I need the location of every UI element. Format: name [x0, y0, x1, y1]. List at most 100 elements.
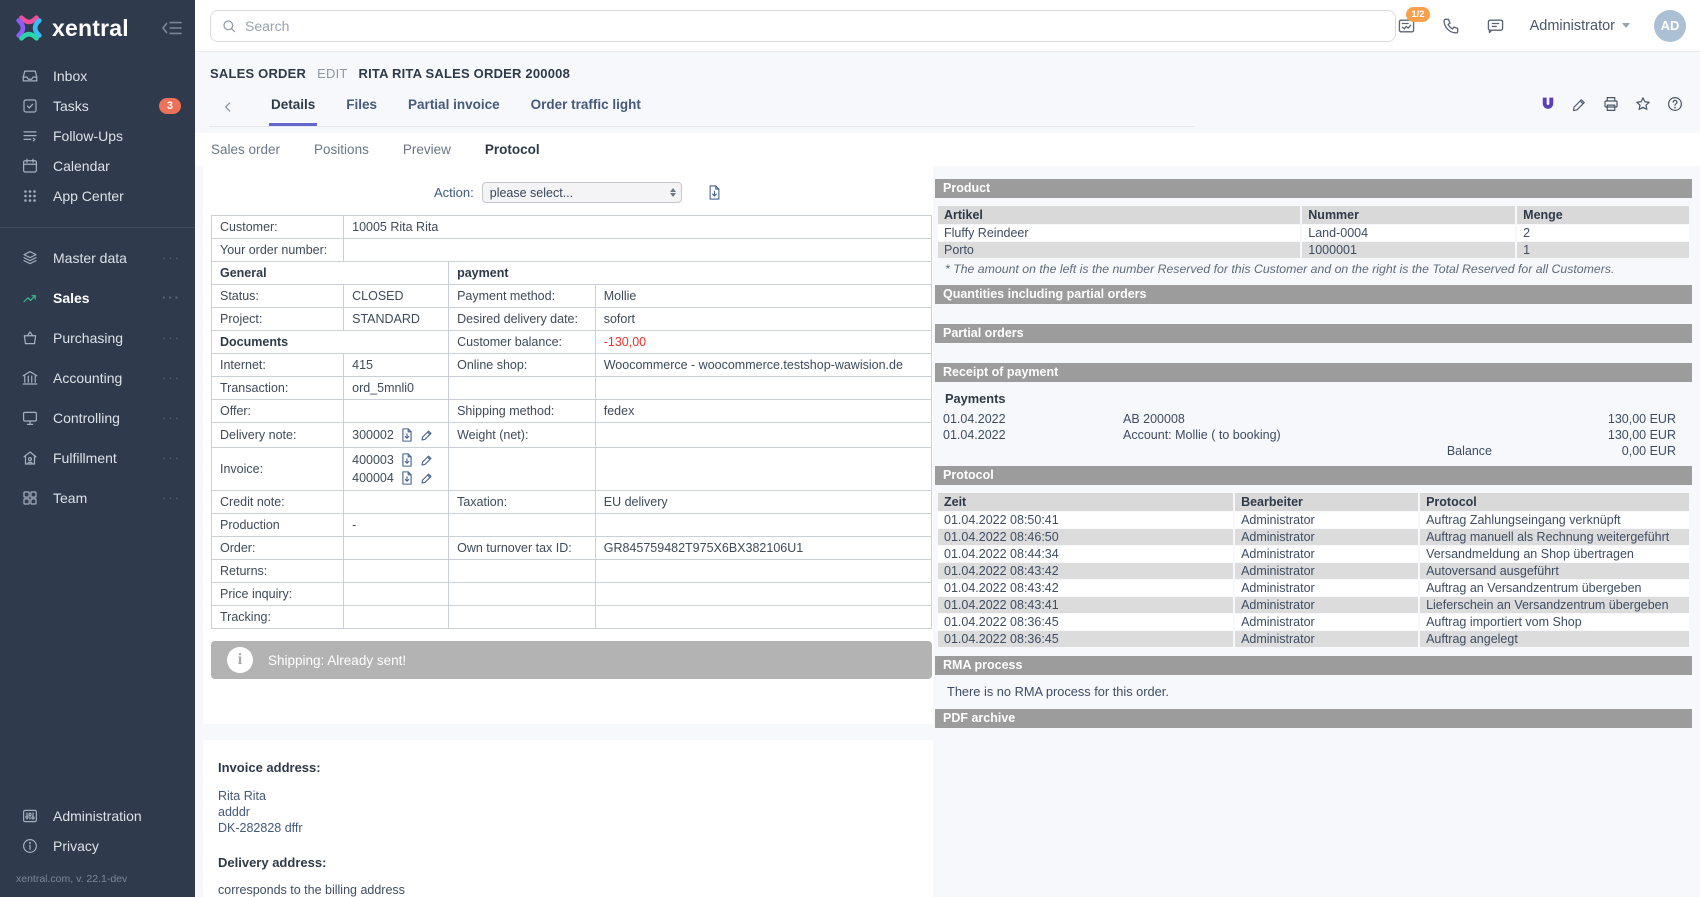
sidebar-item-accounting[interactable]: Accounting···	[0, 358, 195, 398]
pdf-file-icon[interactable]	[400, 427, 414, 443]
payment-row: 01.04.2022Account: Mollie ( to booking)1…	[935, 427, 1692, 443]
action-select[interactable]: please select...	[482, 182, 682, 203]
section-pdf-archive-header: PDF archive	[935, 709, 1692, 728]
protocol-row: 01.04.2022 08:43:41AdministratorLiefersc…	[938, 597, 1689, 613]
edit-pencil-icon[interactable]	[420, 471, 434, 485]
sidebar-item-controlling[interactable]: Controlling···	[0, 398, 195, 438]
sidebar-item-app-center[interactable]: App Center	[0, 181, 195, 211]
section-protocol-header: Protocol	[935, 466, 1692, 485]
tab-details[interactable]: Details	[269, 89, 317, 126]
invoice-address-lines: Rita RitaadddrDK-282828 dffr	[218, 788, 933, 836]
news-icon[interactable]: 1/2	[1396, 16, 1417, 36]
help-icon[interactable]	[1666, 95, 1684, 113]
print-icon[interactable]	[1602, 95, 1620, 113]
sidebar-item-privacy[interactable]: Privacy	[0, 831, 195, 861]
sidebar-item-sales[interactable]: Sales···	[0, 278, 195, 318]
more-dots-icon[interactable]: ···	[162, 455, 181, 461]
sidebar-item-inbox[interactable]: Inbox	[0, 61, 195, 91]
pdf-file-icon[interactable]	[400, 452, 414, 468]
pdf-export-icon[interactable]	[707, 184, 722, 201]
sidebar-item-label: Follow-Ups	[53, 128, 123, 144]
search-bar[interactable]	[210, 10, 1396, 42]
sidebar-item-fulfillment[interactable]: Fulfillment···	[0, 438, 195, 478]
form-cell: Customer balance:	[449, 331, 596, 354]
form-cell: Mollie	[595, 285, 931, 308]
table-cell: Auftrag manuell als Rechnung weitergefüh…	[1420, 529, 1689, 545]
subtab-sales-order[interactable]: Sales order	[211, 142, 280, 157]
task-count-badge: 3	[159, 98, 181, 114]
chat-icon[interactable]	[1485, 16, 1506, 36]
form-row: Transaction:ord_5mnli0	[212, 377, 932, 400]
fulfillment-icon	[20, 449, 40, 467]
sidebar-item-label: Privacy	[53, 838, 99, 854]
star-icon[interactable]	[1634, 95, 1652, 113]
payments-title: Payments	[945, 391, 1692, 406]
sidebar-item-administration[interactable]: Administration	[0, 801, 195, 831]
subtab-preview[interactable]: Preview	[403, 142, 451, 157]
tab-order-traffic-light[interactable]: Order traffic light	[529, 89, 643, 126]
form-cell: -130,00	[595, 331, 931, 354]
table-cell: Administrator	[1235, 512, 1418, 528]
form-cell	[449, 377, 596, 400]
more-dots-icon[interactable]: ···	[162, 495, 181, 501]
feedback-magnet-icon[interactable]	[1539, 95, 1557, 113]
form-row: Status:CLOSEDPayment method:Mollie	[212, 285, 932, 308]
form-cell: Taxation:	[449, 491, 596, 514]
more-dots-icon[interactable]: ···	[162, 415, 181, 421]
protocol-row: 01.04.2022 08:43:42AdministratorAuftrag …	[938, 580, 1689, 596]
search-icon	[221, 18, 237, 34]
table-cell: Administrator	[1235, 614, 1418, 630]
form-cell: GR845759482T975X6BX382106U1	[595, 537, 931, 560]
form-cell: -	[344, 514, 449, 537]
edit-pencil-icon[interactable]	[420, 428, 434, 442]
table-cell: 1	[1517, 242, 1689, 258]
more-dots-icon[interactable]: ···	[162, 335, 181, 341]
document-line: 300002	[352, 426, 440, 444]
table-cell: Autoversand ausgeführt	[1420, 563, 1689, 579]
tab-files[interactable]: Files	[344, 89, 379, 126]
action-label: Action:	[434, 185, 474, 200]
form-cell: Shipping method:	[449, 400, 596, 423]
table-cell: Administrator	[1235, 631, 1418, 647]
news-badge: 1/2	[1406, 7, 1429, 22]
sidebar-item-follow-ups[interactable]: Follow-Ups	[0, 121, 195, 151]
form-cell	[449, 514, 596, 537]
sidebar-item-team[interactable]: Team···	[0, 478, 195, 518]
more-dots-icon[interactable]: ···	[162, 255, 181, 261]
sidebar-item-purchasing[interactable]: Purchasing···	[0, 318, 195, 358]
form-cell: Desired delivery date:	[449, 308, 596, 331]
sidebar-item-master-data[interactable]: Master data···	[0, 238, 195, 278]
table-cell: Administrator	[1235, 597, 1418, 613]
form-cell: CLOSED	[344, 285, 449, 308]
subtab-protocol[interactable]: Protocol	[485, 142, 540, 157]
protocol-row: 01.04.2022 08:44:34AdministratorVersandm…	[938, 546, 1689, 562]
pdf-file-icon[interactable]	[400, 470, 414, 486]
order-detail-panel: Action: please select... Customer:10005 …	[203, 166, 933, 724]
subtab-positions[interactable]: Positions	[314, 142, 369, 157]
more-dots-icon[interactable]: ···	[162, 375, 181, 381]
invoice-address-label: Invoice address:	[218, 760, 933, 775]
delivery-address-label: Delivery address:	[218, 855, 933, 870]
more-dots-icon[interactable]: ···	[162, 295, 181, 301]
search-input[interactable]	[245, 18, 1385, 34]
column-header: Nummer	[1302, 206, 1515, 224]
chevron-down-icon	[1622, 23, 1630, 28]
edit-pencil-icon[interactable]	[420, 453, 434, 467]
form-cell: sofort	[595, 308, 931, 331]
form-cell	[344, 560, 449, 583]
form-cell: Invoice:	[212, 448, 344, 491]
avatar[interactable]: AD	[1654, 10, 1686, 42]
user-name: Administrator	[1530, 18, 1615, 34]
sidebar-item-tasks[interactable]: Tasks3	[0, 91, 195, 121]
back-chevron-icon[interactable]	[209, 100, 247, 126]
form-cell: Tracking:	[212, 606, 344, 629]
form-cell: Status:	[212, 285, 344, 308]
sidebar-collapse-icon[interactable]	[161, 19, 183, 37]
user-menu[interactable]: Administrator	[1530, 18, 1630, 34]
tab-partial-invoice[interactable]: Partial invoice	[406, 89, 502, 126]
sidebar-item-calendar[interactable]: Calendar	[0, 151, 195, 181]
edit-pencil-icon[interactable]	[1571, 96, 1588, 113]
form-cell: Your order number:	[212, 239, 344, 262]
phone-icon[interactable]	[1441, 16, 1461, 36]
table-cell: 01.04.2022 08:36:45	[938, 614, 1233, 630]
